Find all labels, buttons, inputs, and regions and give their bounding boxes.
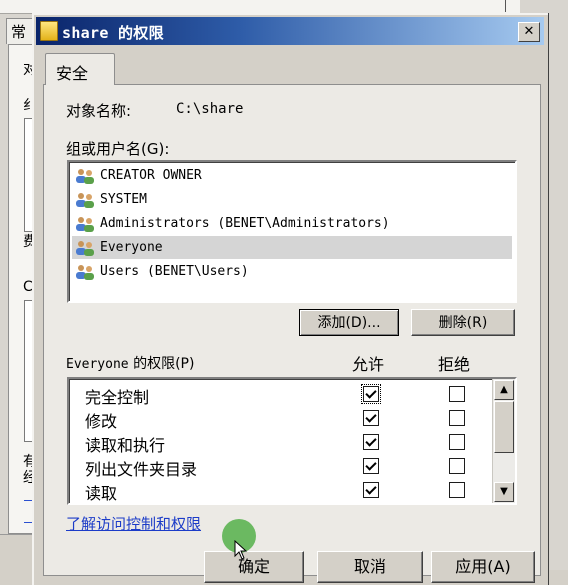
permission-name: 列出文件夹目录 [85,460,198,479]
permissions-header-user: Everyone [66,357,129,372]
allow-checkbox[interactable] [363,458,379,474]
permission-name: 修改 [85,412,118,431]
deny-checkbox[interactable] [449,386,465,402]
user-list-item[interactable]: SYSTEM [72,188,512,211]
user-name: Users (BENET\Users) [100,264,249,279]
remove-button[interactable]: 删除(R) [411,309,515,336]
learn-access-control-link[interactable]: 了解访问控制和权限 [66,513,201,534]
background-tab[interactable]: 常 [6,18,34,44]
permission-row: 读取 [69,478,489,503]
permissions-dialog: share 的权限 ✕ 安全 对象名称: C:\share 组或用户名(G): … [32,13,548,585]
user-name: Administrators (BENET\Administrators) [100,216,390,231]
scroll-up-arrow-icon: ▲ [500,384,508,395]
users-group-icon [76,169,94,184]
object-name-label: 对象名称: [66,102,132,120]
allow-checkbox[interactable] [361,384,381,404]
user-list-item[interactable]: CREATOR OWNER [72,164,512,187]
group-users-label: 组或用户名(G): [66,140,170,158]
close-button[interactable]: ✕ [518,22,540,42]
permission-row: 完全控制 [69,382,489,407]
user-name: Everyone [100,240,163,255]
users-group-icon [76,265,94,280]
mouse-cursor-icon [234,540,248,560]
users-listbox[interactable]: CREATOR OWNER SYSTEM Administrators (BEN… [67,160,517,303]
scroll-down-button[interactable]: ▼ [494,482,514,502]
user-name: CREATOR OWNER [100,168,202,183]
deny-checkbox[interactable] [449,410,465,426]
permission-row: 修改 [69,406,489,431]
tab-security[interactable]: 安全 [45,53,115,85]
scroll-up-button[interactable]: ▲ [494,380,514,400]
allow-column-header: 允许 [352,355,385,374]
close-icon: ✕ [523,24,535,39]
scroll-thumb[interactable] [494,401,514,453]
user-list-item-selected[interactable]: Everyone [72,236,512,259]
apply-button[interactable]: 应用(A) [431,551,535,583]
folder-icon [40,21,58,41]
user-list-item[interactable]: Users (BENET\Users) [72,260,512,283]
user-list-item[interactable]: Administrators (BENET\Administrators) [72,212,512,235]
permission-row: 读取和执行 [69,430,489,455]
users-group-icon [76,193,94,208]
background-window-frame [505,0,506,12]
permissions-header: Everyone 的权限(P) [66,353,194,373]
background-footer [0,534,36,571]
permissions-list[interactable]: 完全控制 修改 读取和执行 列出文件夹目录 读取 ▲ ▼ [67,377,517,505]
deny-checkbox[interactable] [449,458,465,474]
users-group-icon [76,241,94,256]
deny-checkbox[interactable] [449,482,465,498]
permission-name: 读取和执行 [85,436,166,455]
allow-checkbox[interactable] [363,482,379,498]
dialog-title: share 的权限 [62,24,164,42]
allow-checkbox[interactable] [363,434,379,450]
cancel-button[interactable]: 取消 [317,551,423,583]
permission-name: 完全控制 [85,388,150,407]
user-name: SYSTEM [100,192,147,207]
permission-name: 读取 [85,484,118,503]
permissions-header-suffix: 的权限(P) [128,356,195,372]
scroll-down-arrow-icon: ▼ [500,486,508,497]
object-name-value: C:\share [176,101,244,117]
allow-checkbox[interactable] [363,410,379,426]
add-button[interactable]: 添加(D)... [299,309,399,336]
deny-column-header: 拒绝 [438,355,471,374]
permissions-scrollbar[interactable]: ▲ ▼ [492,379,515,503]
deny-checkbox[interactable] [449,434,465,450]
permission-row: 列出文件夹目录 [69,454,489,479]
title-bar[interactable]: share 的权限 ✕ [36,17,544,45]
ok-button[interactable]: 确定 [204,551,304,583]
background-window-top-edge [0,0,520,14]
users-group-icon [76,217,94,232]
